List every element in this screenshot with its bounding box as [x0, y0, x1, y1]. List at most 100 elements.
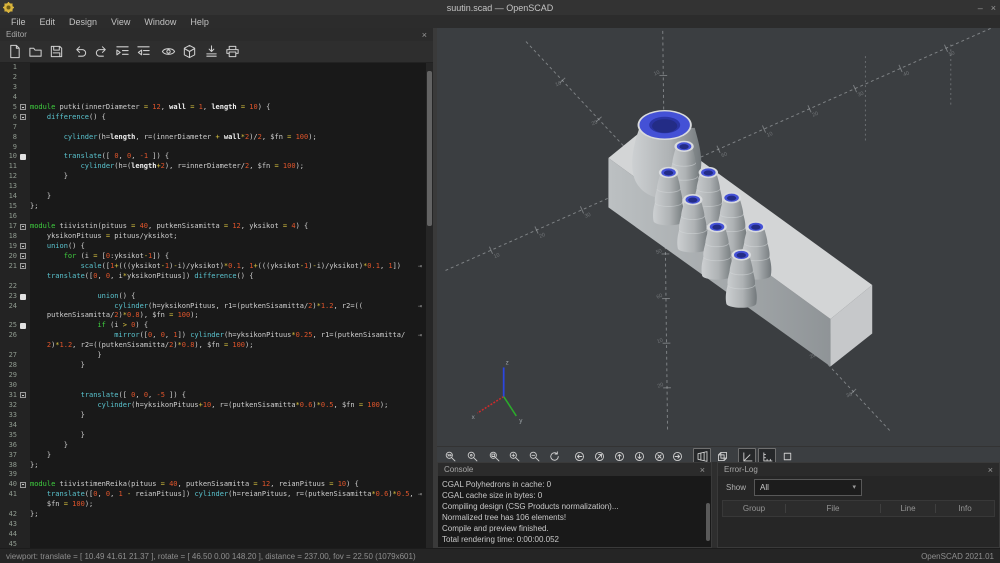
- errorlog-column-info[interactable]: Info: [936, 504, 994, 513]
- console-close-icon[interactable]: ×: [700, 465, 705, 475]
- code-row[interactable]: 4: [0, 93, 433, 103]
- code-row[interactable]: 10 translate([ 0, 0, -1 ]) {: [0, 152, 433, 162]
- code-row[interactable]: 34: [0, 421, 433, 431]
- 3d-viewport[interactable]: 1020304050601020102030405060102030405010…: [437, 28, 1000, 446]
- console-scrollbar[interactable]: [706, 503, 710, 541]
- code-row[interactable]: 43: [0, 520, 433, 530]
- indent-button[interactable]: [114, 43, 131, 60]
- code-row[interactable]: 12 }: [0, 172, 433, 182]
- fold-marker[interactable]: [17, 480, 30, 490]
- new-file-icon: [10, 44, 20, 59]
- export-stl-button[interactable]: [203, 43, 220, 60]
- code-row[interactable]: 39: [0, 470, 433, 480]
- code-row[interactable]: 18 yksikonPituus = pituus/yksikot;: [0, 232, 433, 242]
- code-row[interactable]: 22: [0, 282, 433, 292]
- code-row[interactable]: 3: [0, 83, 433, 93]
- code-row[interactable]: 32 cylinder(h=yksikonPituus+10, r=(putke…: [0, 401, 433, 411]
- code-row[interactable]: 44: [0, 530, 433, 540]
- code-row[interactable]: 7: [0, 123, 433, 133]
- code-row[interactable]: 20 for (i = [0:yksikot-1]) {: [0, 252, 433, 262]
- editor-scrollbar[interactable]: [426, 63, 433, 548]
- send-to-printer-button[interactable]: [224, 43, 241, 60]
- code-row[interactable]: 40 module tiivistimenReika(pituus = 40, p…: [0, 480, 433, 490]
- code-row[interactable]: 19 union() {: [0, 242, 433, 252]
- fold-marker[interactable]: [17, 262, 30, 272]
- code-row[interactable]: 42};: [0, 510, 433, 520]
- code-row[interactable]: 6 difference() {: [0, 113, 433, 123]
- menu-edit[interactable]: Edit: [33, 17, 63, 27]
- code-row[interactable]: 41 translate([0, 0, 1 - reianPituus]) cy…: [0, 490, 433, 500]
- code-row[interactable]: 36 }: [0, 441, 433, 451]
- render-button[interactable]: [181, 43, 198, 60]
- code-row[interactable]: 31 translate([ 0, 0, -5 ]) {: [0, 391, 433, 401]
- code-row[interactable]: 14 }: [0, 192, 433, 202]
- code-row[interactable]: 25 if (i > 0) {: [0, 321, 433, 331]
- console-panel: Console × CGAL Polyhedrons in cache: 0 CG…: [437, 462, 712, 548]
- errorlog-close-icon[interactable]: ×: [988, 465, 993, 475]
- code-row[interactable]: 15};: [0, 202, 433, 212]
- code-row[interactable]: putkenSisamitta/2)*0.8), $fn = 100);: [0, 311, 433, 321]
- preview-button[interactable]: [160, 43, 177, 60]
- code-row[interactable]: 1: [0, 63, 433, 73]
- code-row[interactable]: 24 cylinder(h=yksikonPituus, r1=(putkenS…: [0, 302, 433, 312]
- close-window-button[interactable]: ×: [991, 3, 996, 13]
- errorlog-column-group[interactable]: Group: [723, 504, 786, 513]
- bookmark-marker[interactable]: [17, 292, 30, 302]
- undo-button[interactable]: [72, 43, 89, 60]
- code-row[interactable]: 2: [0, 73, 433, 83]
- code-row[interactable]: 45: [0, 540, 433, 548]
- save-file-button[interactable]: [48, 43, 65, 60]
- fold-marker[interactable]: [17, 103, 30, 113]
- errorlog-column-line[interactable]: Line: [881, 504, 936, 513]
- code-row[interactable]: 35 }: [0, 431, 433, 441]
- code-row[interactable]: 38};: [0, 461, 433, 471]
- code-row[interactable]: 30: [0, 381, 433, 391]
- code-row[interactable]: 9: [0, 143, 433, 153]
- gutter-cell: [17, 331, 30, 341]
- fold-marker[interactable]: [17, 113, 30, 123]
- fold-marker[interactable]: [17, 222, 30, 232]
- menu-design[interactable]: Design: [62, 17, 104, 27]
- show-crosshairs-icon: [783, 452, 791, 460]
- code-row[interactable]: $fn = 100);: [0, 500, 433, 510]
- code-row[interactable]: 16: [0, 212, 433, 222]
- code-row[interactable]: 33 }: [0, 411, 433, 421]
- code-row[interactable]: 13: [0, 182, 433, 192]
- code-row[interactable]: translate([0, 0, i*yksikonPituus]) diffe…: [0, 272, 433, 282]
- menu-help[interactable]: Help: [183, 17, 216, 27]
- code-row[interactable]: 29: [0, 371, 433, 381]
- editor-close-icon[interactable]: ×: [422, 30, 427, 40]
- fold-marker[interactable]: [17, 391, 30, 401]
- code-row[interactable]: 17 module tiivistin(pituus = 40, putkenSi…: [0, 222, 433, 232]
- gutter-cell: [17, 83, 30, 93]
- code-row[interactable]: 11 cylinder(h=(length+2), r=innerDiamete…: [0, 162, 433, 172]
- minimize-button[interactable]: –: [978, 3, 983, 13]
- code-row[interactable]: 23 union() {: [0, 292, 433, 302]
- unindent-button[interactable]: [135, 43, 152, 60]
- code-row[interactable]: 5 module putki(innerDiameter = 12, wall =…: [0, 103, 433, 113]
- code-row[interactable]: 28 }: [0, 361, 433, 371]
- menu-file[interactable]: File: [4, 17, 33, 27]
- code-row[interactable]: 26 mirror([0, 0, 1]) cylinder(h=yksikonP…: [0, 331, 433, 341]
- svg-text:10: 10: [656, 337, 664, 345]
- bookmark-marker[interactable]: [17, 321, 30, 331]
- code-text: cylinder(h=yksikonPituus, r1=(putkenSisa…: [114, 301, 363, 310]
- open-file-button[interactable]: [27, 43, 44, 60]
- code-row[interactable]: 27 }: [0, 351, 433, 361]
- code-row[interactable]: 2)*1.2, r2=((putkenSisamitta/2)*0.8), $f…: [0, 341, 433, 351]
- code-row[interactable]: 8 cylinder(h=length, r=(innerDiameter + …: [0, 133, 433, 143]
- scrollbar-thumb[interactable]: [427, 71, 432, 226]
- redo-button[interactable]: [93, 43, 110, 60]
- fold-marker[interactable]: [17, 242, 30, 252]
- code-row[interactable]: 21 scale([1+(((yksikot-1)-i)/yksikot)*0.…: [0, 262, 433, 272]
- code-row[interactable]: 37 }: [0, 451, 433, 461]
- code-editor[interactable]: 1 2 3 4 5 module putki(innerDiameter = 12, wa…: [0, 63, 433, 548]
- bookmark-marker[interactable]: [17, 152, 30, 162]
- errorlog-column-file[interactable]: File: [786, 504, 881, 513]
- menu-view[interactable]: View: [104, 17, 137, 27]
- fold-marker[interactable]: [17, 252, 30, 262]
- menu-window[interactable]: Window: [137, 17, 183, 27]
- errorlog-filter-dropdown[interactable]: All ▾: [754, 478, 863, 496]
- new-file-button[interactable]: [6, 43, 23, 60]
